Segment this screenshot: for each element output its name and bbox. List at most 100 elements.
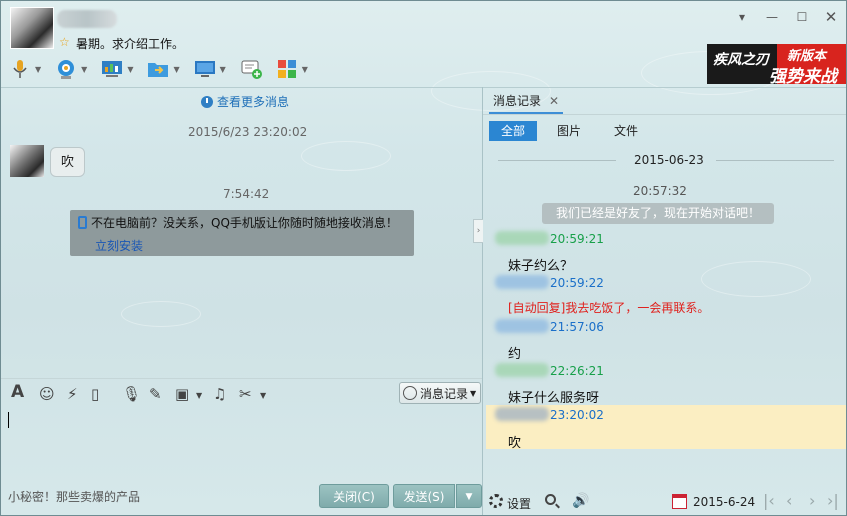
voice-message-icon[interactable]: 🎙 bbox=[122, 385, 141, 403]
close-tab-icon[interactable]: ✕ bbox=[549, 90, 559, 112]
header-divider bbox=[1, 87, 846, 88]
entry-text: 妹子约么？ bbox=[508, 259, 574, 274]
entry-text: [自动回复]我去吃饭了，一会再联系。 bbox=[508, 301, 710, 315]
entry-text: 吹 bbox=[508, 436, 522, 451]
close-icon[interactable]: ✕ bbox=[823, 9, 839, 25]
more-messages-link[interactable]: 查看更多消息 bbox=[201, 93, 289, 110]
clock-icon bbox=[403, 386, 417, 400]
chevron-down-icon[interactable]: ▼ bbox=[81, 65, 87, 74]
first-page-icon[interactable]: |‹ bbox=[763, 491, 775, 510]
screenshot-shake-icon[interactable]: ▯ bbox=[91, 385, 99, 403]
mobile-notice: 不在电脑前？没关系，QQ手机版让你随时随地接收消息！ 立刻安装 bbox=[70, 210, 414, 256]
filter-files[interactable]: 文件 bbox=[611, 121, 641, 141]
edit-icon[interactable]: ✎ bbox=[149, 385, 162, 403]
chat-toolbar: ▼ ▼ ▼ ▼ ▼ ▼ bbox=[9, 56, 322, 82]
entry-nickname bbox=[495, 231, 549, 245]
entry-time: 20:59:21 bbox=[550, 232, 604, 246]
search-icon[interactable] bbox=[545, 494, 556, 505]
add-chat-button[interactable] bbox=[240, 58, 262, 80]
contact-avatar[interactable] bbox=[10, 7, 54, 49]
scissors-icon[interactable]: ✂ bbox=[239, 385, 252, 403]
calendar-icon[interactable] bbox=[672, 494, 687, 509]
date-rule-right bbox=[716, 160, 834, 161]
speaker-icon[interactable]: 🔊 bbox=[572, 493, 589, 509]
history-button-label: 消息记录 bbox=[420, 386, 469, 401]
entry-nickname bbox=[495, 319, 549, 333]
menu-icon[interactable]: ▾ bbox=[734, 9, 750, 25]
date-rule-left bbox=[498, 160, 616, 161]
ad-banner[interactable]: 疾风之刃 新版本 强势来战 bbox=[707, 44, 846, 84]
webcam-icon bbox=[58, 60, 75, 79]
last-page-icon[interactable]: ›| bbox=[827, 491, 839, 510]
magic-wand-icon[interactable]: ⚡ bbox=[67, 385, 78, 403]
prev-page-icon[interactable]: ‹ bbox=[786, 491, 792, 510]
presentation-icon bbox=[102, 61, 123, 77]
chevron-down-icon[interactable]: ▼ bbox=[35, 65, 41, 74]
monitor-icon bbox=[194, 61, 215, 77]
gear-icon[interactable] bbox=[489, 494, 503, 508]
notice-text: 不在电脑前？没关系，QQ手机版让你随时随地接收消息！ bbox=[91, 216, 398, 230]
close-button[interactable]: 关闭(C) bbox=[319, 484, 389, 508]
settings-label[interactable]: 设置 bbox=[507, 495, 531, 512]
history-date: 2015-06-23 bbox=[634, 153, 704, 167]
video-call-button[interactable]: ▼ bbox=[55, 58, 87, 80]
image-icon[interactable]: ▣ bbox=[175, 385, 189, 403]
system-time: 20:57:32 bbox=[633, 184, 687, 198]
apps-button[interactable]: ▼ bbox=[276, 58, 308, 80]
chat-window: ☆ 暑期。求介绍工作。 ▾ — ☐ ✕ ▼ ▼ ▼ ▼ ▼ ▼ 疾风之刃 新版本… bbox=[0, 0, 847, 516]
history-divider bbox=[483, 114, 846, 115]
entry-nickname bbox=[495, 407, 549, 421]
apps-grid-icon bbox=[277, 60, 296, 78]
chevron-down-icon[interactable]: ▼ bbox=[260, 391, 266, 400]
more-messages-label: 查看更多消息 bbox=[217, 95, 290, 109]
collapse-pane-button[interactable]: › bbox=[473, 219, 483, 243]
entry-time: 21:57:06 bbox=[550, 320, 604, 334]
font-icon[interactable]: A bbox=[11, 382, 24, 402]
ad-brand: 疾风之刃 bbox=[713, 52, 769, 68]
emoji-icon[interactable]: ☺ bbox=[39, 385, 55, 403]
system-message: 我们已经是好友了，现在开始对话吧！ bbox=[542, 203, 774, 224]
chevron-down-icon[interactable]: ▼ bbox=[127, 65, 133, 74]
contact-signature: 暑期。求介绍工作。 bbox=[76, 37, 185, 51]
chevron-down-icon[interactable]: ▼ bbox=[220, 65, 226, 74]
screen-share-button[interactable]: ▼ bbox=[101, 58, 133, 80]
tip-text[interactable]: 小秘密！那些卖爆的产品 bbox=[8, 488, 140, 505]
entry-time: 22:26:21 bbox=[550, 364, 604, 378]
file-transfer-button[interactable]: ▼ bbox=[147, 58, 180, 80]
calendar-date[interactable]: 2015-6-24 bbox=[693, 495, 755, 509]
tab-label: 消息记录 bbox=[493, 94, 542, 108]
contact-name bbox=[57, 10, 117, 28]
entry-text: 约 bbox=[508, 347, 522, 362]
message-timestamp-2: 7:54:42 bbox=[223, 187, 270, 201]
ad-line2: 强势来战 bbox=[769, 67, 837, 84]
message-input[interactable] bbox=[8, 412, 9, 428]
voice-call-button[interactable]: ▼ bbox=[9, 58, 41, 80]
chat-add-icon bbox=[241, 60, 262, 79]
message-timestamp: 2015/6/23 23:20:02 bbox=[188, 125, 308, 139]
send-button[interactable]: 发送(S) bbox=[393, 484, 455, 508]
chevron-down-icon[interactable]: ▼ bbox=[302, 65, 308, 74]
entry-nickname bbox=[495, 363, 549, 377]
install-link[interactable]: 立刻安装 bbox=[95, 237, 406, 254]
tab-message-history[interactable]: 消息记录 ✕ bbox=[489, 90, 564, 114]
maximize-icon[interactable]: ☐ bbox=[794, 9, 810, 25]
pane-divider[interactable] bbox=[482, 87, 483, 515]
entry-text: 妹子什么服务呀 bbox=[508, 391, 600, 406]
chevron-down-icon[interactable]: ▼ bbox=[196, 391, 202, 400]
send-options-button[interactable]: ▼ bbox=[456, 484, 482, 508]
chevron-down-icon: ▼ bbox=[470, 388, 477, 398]
music-icon[interactable]: ♫ bbox=[213, 385, 226, 403]
microphone-icon bbox=[13, 60, 27, 78]
folder-icon bbox=[148, 63, 169, 77]
clock-icon bbox=[201, 95, 213, 108]
history-button[interactable]: 消息记录 ▼ bbox=[399, 382, 481, 404]
minimize-icon[interactable]: — bbox=[764, 9, 780, 25]
filter-images[interactable]: 图片 bbox=[556, 121, 582, 141]
filter-all[interactable]: 全部 bbox=[489, 121, 537, 141]
entry-time: 23:20:02 bbox=[550, 408, 604, 422]
sender-avatar[interactable] bbox=[10, 145, 44, 177]
chevron-down-icon[interactable]: ▼ bbox=[173, 65, 179, 74]
remote-assist-button[interactable]: ▼ bbox=[194, 58, 226, 80]
star-icon: ☆ bbox=[59, 35, 70, 49]
next-page-icon[interactable]: › bbox=[809, 491, 815, 510]
